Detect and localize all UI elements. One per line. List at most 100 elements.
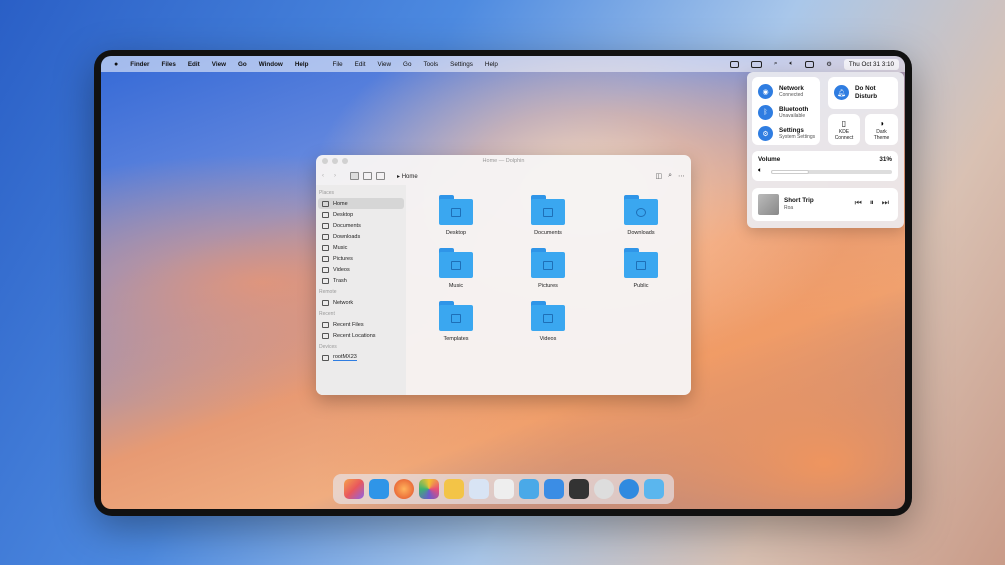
- folder-public[interactable]: Public: [611, 248, 671, 289]
- file-view: Desktop Documents Downloads Music Pictur…: [406, 185, 691, 395]
- folder-pictures[interactable]: Pictures: [518, 248, 578, 289]
- preview-icon[interactable]: [493, 479, 514, 499]
- monitor-icon: [451, 208, 461, 217]
- forward-icon[interactable]: ›: [334, 173, 336, 179]
- network-title: Network: [779, 85, 804, 92]
- menu2-settings[interactable]: Settings: [450, 61, 473, 68]
- breadcrumb[interactable]: ▸ Home: [397, 173, 418, 180]
- bluetooth-icon: ᛒ: [758, 105, 773, 120]
- recent-files-icon: [322, 321, 329, 328]
- phone-icon: ▯: [841, 119, 847, 128]
- menu2-tools[interactable]: Tools: [423, 61, 438, 68]
- menu-go[interactable]: Go: [238, 61, 247, 68]
- sidebar-item-recent-files[interactable]: Recent Files: [318, 319, 404, 330]
- details-view-button[interactable]: [376, 172, 385, 180]
- speaker-icon[interactable]: 🔈︎: [789, 60, 793, 68]
- sidebar-item-trash[interactable]: Trash: [318, 275, 404, 286]
- bell-icon: 🔔︎: [834, 85, 849, 101]
- dock: [333, 474, 674, 504]
- system-settings-icon[interactable]: [593, 479, 614, 499]
- menu-edit[interactable]: Edit: [188, 61, 200, 68]
- track-artist: Roa: [784, 205, 794, 211]
- breadcrumb-home[interactable]: Home: [402, 174, 418, 180]
- menu-help[interactable]: Help: [295, 61, 309, 68]
- sidebar-item-desktop[interactable]: Desktop: [318, 209, 404, 220]
- download-icon: [636, 208, 646, 217]
- bluetooth-title: Bluetooth: [779, 106, 809, 113]
- sidebar-item-documents[interactable]: Documents: [318, 220, 404, 231]
- dolphin-dock-icon[interactable]: [643, 479, 664, 499]
- settings-button[interactable]: ⚙ Settings System Settings: [758, 126, 815, 141]
- sidebar-item-device[interactable]: rootMX23: [318, 352, 404, 363]
- apple-menu-icon[interactable]: ●: [114, 61, 118, 68]
- desktop-screen: ● Finder Files Edit View Go Window Help …: [101, 56, 905, 509]
- people-icon: [636, 261, 646, 270]
- sidebar-item-pictures[interactable]: Pictures: [318, 253, 404, 264]
- menu-files[interactable]: Files: [161, 61, 175, 68]
- menu2-go[interactable]: Go: [403, 61, 411, 68]
- menu2-help[interactable]: Help: [485, 61, 498, 68]
- next-track-icon[interactable]: ⏭: [882, 198, 889, 208]
- compact-view-button[interactable]: [363, 172, 372, 180]
- finder-icon[interactable]: [468, 479, 489, 499]
- sidebar-item-home[interactable]: Home: [318, 198, 404, 209]
- sidebar-item-recent-locations[interactable]: Recent Locations: [318, 330, 404, 341]
- kde-connect-toggle[interactable]: ▯ KDE Connect: [828, 114, 860, 145]
- bluetooth-toggle[interactable]: ᛒ Bluetooth Unavailable: [758, 105, 808, 120]
- menu-window[interactable]: Window: [259, 61, 283, 68]
- terminal-icon[interactable]: [568, 479, 589, 499]
- dark-theme-toggle[interactable]: ◑ Dark Theme: [865, 114, 898, 145]
- network-toggle[interactable]: ◉ Network Connected: [758, 84, 804, 99]
- clipboard-icon[interactable]: [729, 60, 739, 68]
- sidebar-item-videos[interactable]: Videos: [318, 264, 404, 275]
- back-icon[interactable]: ‹: [322, 173, 324, 179]
- window-titlebar[interactable]: Home — Dolphin: [316, 155, 691, 167]
- more-options-icon[interactable]: ⋯: [678, 172, 685, 180]
- previous-track-icon[interactable]: ⏮: [855, 198, 862, 208]
- places-sidebar: Places Home Desktop Documents Downloads …: [316, 185, 406, 395]
- search-icon[interactable]: ⌕: [774, 60, 778, 68]
- firefox-icon[interactable]: [393, 479, 414, 499]
- menu2-view[interactable]: View: [378, 61, 392, 68]
- search-icon[interactable]: ⌕: [668, 172, 672, 180]
- home-icon: [322, 200, 329, 207]
- files-app-icon[interactable]: [368, 479, 389, 499]
- mail-icon[interactable]: [543, 479, 564, 499]
- menu-finder[interactable]: Finder: [130, 61, 149, 68]
- sidebar-item-music[interactable]: Music: [318, 242, 404, 253]
- launchpad-icon[interactable]: [343, 479, 364, 499]
- menu2-edit[interactable]: Edit: [355, 61, 366, 68]
- image-icon: [543, 261, 553, 270]
- bluetooth-status: Unavailable: [779, 113, 806, 119]
- photos-icon[interactable]: [418, 479, 439, 499]
- folder-documents[interactable]: Documents: [518, 195, 578, 236]
- pause-icon[interactable]: ⏸: [870, 198, 874, 208]
- template-icon: [451, 314, 461, 323]
- icon-view-button[interactable]: [350, 172, 359, 180]
- document-icon: [322, 222, 329, 229]
- sidebar-item-network[interactable]: Network: [318, 297, 404, 308]
- folder-music[interactable]: Music: [426, 248, 486, 289]
- app-store-icon[interactable]: [518, 479, 539, 499]
- control-center-icon[interactable]: ⚙: [826, 61, 832, 68]
- menu-clock[interactable]: Thu Oct 31 3:10: [843, 58, 899, 70]
- folder-desktop[interactable]: Desktop: [426, 195, 486, 236]
- notes-icon[interactable]: [443, 479, 464, 499]
- kde-connect-label: KDE Connect: [834, 129, 854, 141]
- speaker-icon: 🔈︎: [758, 167, 763, 174]
- recent-locations-icon: [322, 332, 329, 339]
- trash-icon: [322, 277, 329, 284]
- split-view-icon[interactable]: ◫: [655, 172, 662, 180]
- sidebar-item-downloads[interactable]: Downloads: [318, 231, 404, 242]
- discover-icon[interactable]: [618, 479, 639, 499]
- display-icon[interactable]: [805, 60, 815, 68]
- desktop-icon: [322, 211, 329, 218]
- folder-templates[interactable]: Templates: [426, 301, 486, 342]
- folder-videos[interactable]: Videos: [518, 301, 578, 342]
- folder-downloads[interactable]: Downloads: [611, 195, 671, 236]
- volume-slider[interactable]: [771, 170, 892, 174]
- menu-view[interactable]: View: [212, 61, 226, 68]
- battery-icon[interactable]: [750, 60, 762, 68]
- dnd-toggle[interactable]: 🔔︎ Do Not Disturb: [828, 77, 898, 109]
- menu2-file[interactable]: File: [332, 61, 342, 68]
